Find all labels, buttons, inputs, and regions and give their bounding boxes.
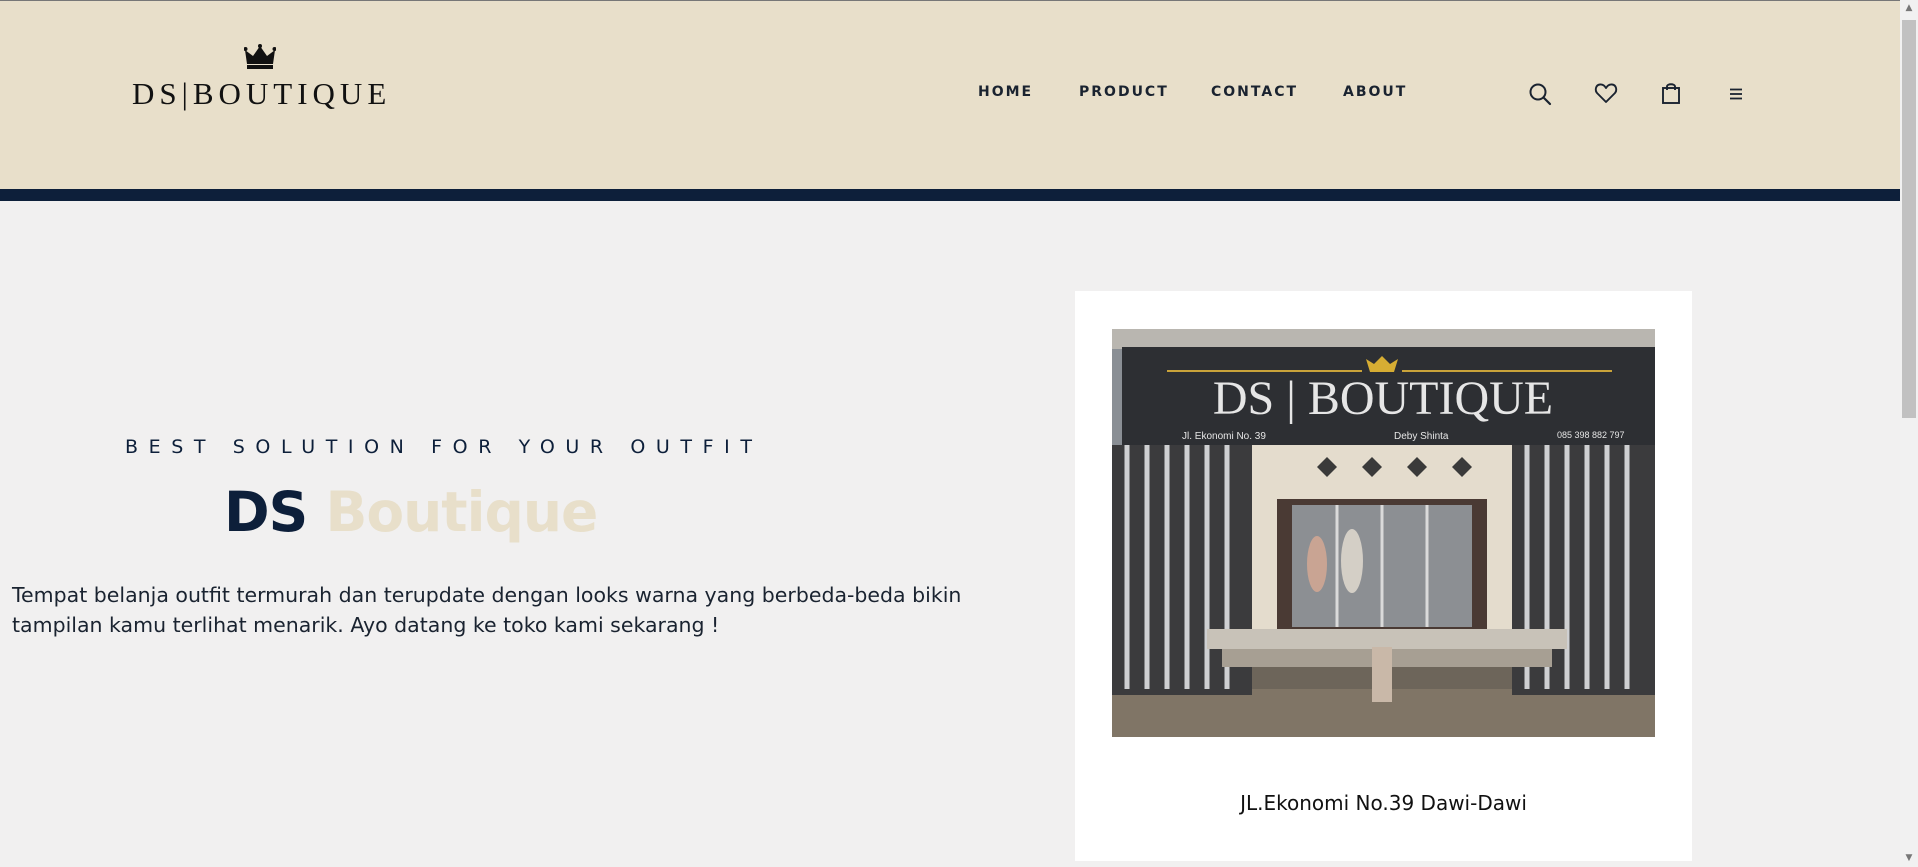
nav-contact[interactable]: CONTACT <box>1211 84 1298 100</box>
search-icon[interactable] <box>1527 81 1553 107</box>
shopping-bag-icon[interactable] <box>1658 80 1684 106</box>
top-border <box>0 0 1900 1</box>
site-header: DS|BOUTIQUE HOME PRODUCT CONTACT ABOUT <box>0 0 1900 189</box>
hero-title: DS Boutique <box>224 480 598 544</box>
sign-address: Jl. Ekonomi No. 39 <box>1182 431 1266 442</box>
sign-phone: 085 398 882 797 <box>1557 430 1625 440</box>
nav-product[interactable]: PRODUCT <box>1079 84 1169 100</box>
header-divider-bar <box>0 189 1900 201</box>
store-card: DS | BOUTIQUE Jl. Ekonomi No. 39 Deby Sh… <box>1075 291 1692 861</box>
menu-icon[interactable] <box>1723 81 1749 107</box>
scroll-up-arrow-icon[interactable]: ▲ <box>1900 0 1918 17</box>
store-address-caption: JL.Ekonomi No.39 Dawi-Dawi <box>1240 791 1527 815</box>
brand-logo[interactable]: DS|BOUTIQUE <box>132 44 412 114</box>
crown-icon <box>243 44 277 70</box>
scrollbar-thumb[interactable] <box>1902 20 1916 418</box>
hero-title-boutique: Boutique <box>325 480 598 544</box>
sign-text: DS | BOUTIQUE <box>1213 372 1553 425</box>
store-photo: DS | BOUTIQUE Jl. Ekonomi No. 39 Deby Sh… <box>1112 329 1655 737</box>
scroll-down-arrow-icon[interactable]: ▼ <box>1900 850 1918 867</box>
hero-description: Tempat belanja outfit termurah dan terup… <box>12 583 962 637</box>
sign-facebook: Deby Shinta <box>1394 431 1449 442</box>
logo-text: DS|BOUTIQUE <box>132 76 392 111</box>
nav-home[interactable]: HOME <box>978 84 1033 100</box>
nav-about[interactable]: ABOUT <box>1343 84 1407 100</box>
hero-tagline: BEST SOLUTION FOR YOUR OUTFIT <box>125 436 763 458</box>
hero-title-ds: DS <box>224 480 308 544</box>
heart-icon[interactable] <box>1593 80 1619 106</box>
scrollbar[interactable]: ▲ ▼ <box>1900 0 1918 867</box>
